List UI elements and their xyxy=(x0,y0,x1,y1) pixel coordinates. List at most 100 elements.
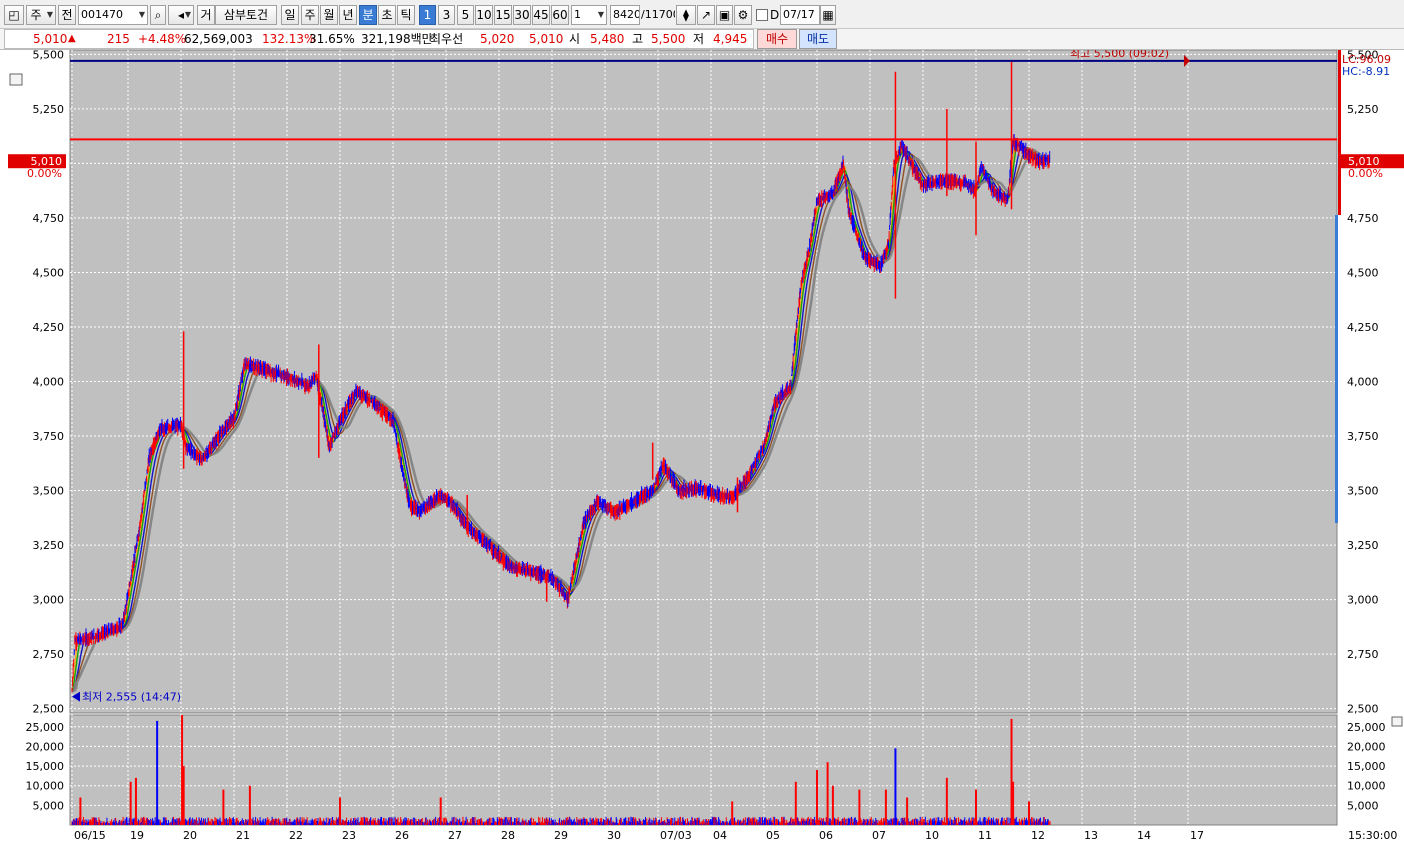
date-input[interactable]: 07/17 xyxy=(780,5,820,25)
date-label: 27 xyxy=(448,829,462,842)
date-label: 17 xyxy=(1190,829,1204,842)
price-tick-right: 4,000 xyxy=(1347,376,1379,389)
volume-tick-right: 25,000 xyxy=(1347,721,1386,734)
chart-toolbar: ◰ 주 전 001470 ⌕ ◂ 거 삼부토건 1 8420 /11700 ⧫ … xyxy=(0,0,1404,29)
count-total-label: /11700 xyxy=(641,8,675,21)
date-label: 06 xyxy=(819,829,833,842)
price-tick-left: 2,750 xyxy=(33,648,65,661)
speaker-icon[interactable]: ◂ xyxy=(168,5,194,25)
change-rate: +4.48% xyxy=(138,32,187,46)
price-change: 215 xyxy=(107,32,130,46)
price-tick-left: 3,250 xyxy=(33,539,65,552)
volume-panel xyxy=(69,714,1338,826)
up-arrow-icon: ▲ xyxy=(68,33,76,44)
period-button-6[interactable]: 틱 xyxy=(397,5,415,25)
date-label: 19 xyxy=(130,829,144,842)
period-button-5[interactable]: 초 xyxy=(378,5,396,25)
price-tick-left: 5,250 xyxy=(33,103,65,116)
volume-tick-right: 15,000 xyxy=(1347,760,1386,773)
date-label: 07/03 xyxy=(660,829,692,842)
interval-button-5[interactable]: 5 xyxy=(457,5,474,25)
interval-button-1[interactable]: 1 xyxy=(419,5,436,25)
open-price: 5,480 xyxy=(590,32,625,46)
stock-code-input[interactable]: 001470 xyxy=(78,5,148,25)
open-label: 시 xyxy=(569,32,581,46)
period-button-3[interactable]: 년 xyxy=(339,5,357,25)
volume-ratio: 132.13% xyxy=(262,32,316,46)
gear-icon[interactable]: ⚙ xyxy=(734,5,752,25)
calendar-icon[interactable]: ▦ xyxy=(820,5,836,25)
right-range-bar-blue xyxy=(1335,215,1338,523)
volume-tick-left: 20,000 xyxy=(26,740,65,753)
date-label: 05 xyxy=(766,829,780,842)
volume-tick-right: 5,000 xyxy=(1347,799,1379,812)
count-current-input[interactable]: 8420 xyxy=(610,5,640,25)
price-tick-right: 2,750 xyxy=(1347,648,1379,661)
draw-tool-icon[interactable]: ↗ xyxy=(697,5,715,25)
interval-button-60[interactable]: 60 xyxy=(551,5,569,25)
interval-button-10[interactable]: 10 xyxy=(475,5,493,25)
volume-settings-icon xyxy=(1391,716,1403,727)
best-bid: 5,010 xyxy=(529,32,564,46)
buy-button[interactable]: 매수 xyxy=(757,29,797,49)
date-label: 20 xyxy=(183,829,197,842)
interval-button-45[interactable]: 45 xyxy=(532,5,550,25)
save-icon[interactable]: ▣ xyxy=(716,5,733,25)
date-label: 29 xyxy=(554,829,568,842)
low-label: 저 xyxy=(693,32,705,46)
high-price: 5,500 xyxy=(651,32,686,46)
hc-label: HC:-8.91 xyxy=(1342,65,1390,78)
period-button-0[interactable]: 일 xyxy=(281,5,299,25)
search-icon[interactable]: ⌕ xyxy=(150,5,166,25)
current-price: 5,010 xyxy=(33,32,68,46)
amount-value: 321,198백만 xyxy=(361,32,433,46)
date-label: 07 xyxy=(872,829,886,842)
interval-button-3[interactable]: 3 xyxy=(438,5,455,25)
interval-button-30[interactable]: 30 xyxy=(513,5,531,25)
price-chart[interactable]: 06/15 19 20 21 22 23 26 27 28 29 30 07/03 04 05 06 07 10… xyxy=(0,50,1404,843)
turnover-rate: 31.65% xyxy=(309,32,355,46)
d-checkbox-label: D xyxy=(770,8,780,22)
volume-tick-left: 25,000 xyxy=(26,721,65,734)
price-tick-right: 4,500 xyxy=(1347,266,1379,279)
right-range-bar-red xyxy=(1338,50,1341,215)
d-checkbox[interactable] xyxy=(756,9,768,21)
interval-button-15[interactable]: 15 xyxy=(494,5,512,25)
high-price-annotation: 최고 5,500 (09:02) xyxy=(1070,50,1169,60)
volume-tick-right: 10,000 xyxy=(1347,780,1386,793)
date-label: 22 xyxy=(289,829,303,842)
price-tick-left: 3,500 xyxy=(33,485,65,498)
period-button-1[interactable]: 주 xyxy=(301,5,319,25)
price-tick-left: 3,000 xyxy=(33,594,65,607)
sell-button[interactable]: 매도 xyxy=(799,29,837,49)
price-tick-right: 4,750 xyxy=(1347,212,1379,225)
multiplier-select[interactable]: 1 xyxy=(571,5,607,25)
date-label: 30 xyxy=(607,829,621,842)
price-tick-left: 4,500 xyxy=(33,266,65,279)
volume-tick-left: 10,000 xyxy=(26,780,65,793)
period-button-2[interactable]: 월 xyxy=(320,5,338,25)
price-tick-right: 3,250 xyxy=(1347,539,1379,552)
chart-area: 06/15 19 20 21 22 23 26 27 28 29 30 07/03 04 05 06 07 10… xyxy=(0,50,1404,843)
table-icon xyxy=(9,73,23,86)
price-tick-left: 3,750 xyxy=(33,430,65,443)
date-label: 26 xyxy=(395,829,409,842)
all-button[interactable]: 전 xyxy=(58,5,76,25)
best-ask: 5,020 xyxy=(480,32,515,46)
volume-tick-left: 15,000 xyxy=(26,760,65,773)
volume-value: 62,569,003 xyxy=(184,32,253,46)
candle-type-icon[interactable]: ⧫ xyxy=(676,5,696,25)
market-select[interactable]: 주 xyxy=(26,5,56,25)
window-icon[interactable]: ◰ xyxy=(4,5,24,25)
period-button-4[interactable]: 분 xyxy=(359,5,377,25)
stock-name-label: 삼부토건 xyxy=(215,5,277,25)
date-label: 23 xyxy=(342,829,356,842)
price-tick-left: 5,500 xyxy=(33,50,65,61)
date-label: 28 xyxy=(501,829,515,842)
price-tick-left: 4,250 xyxy=(33,321,65,334)
date-label: 11 xyxy=(978,829,992,842)
date-label: 10 xyxy=(925,829,939,842)
date-label: 12 xyxy=(1031,829,1045,842)
name-prefix-button[interactable]: 거 xyxy=(197,5,215,25)
date-label: 13 xyxy=(1084,829,1098,842)
